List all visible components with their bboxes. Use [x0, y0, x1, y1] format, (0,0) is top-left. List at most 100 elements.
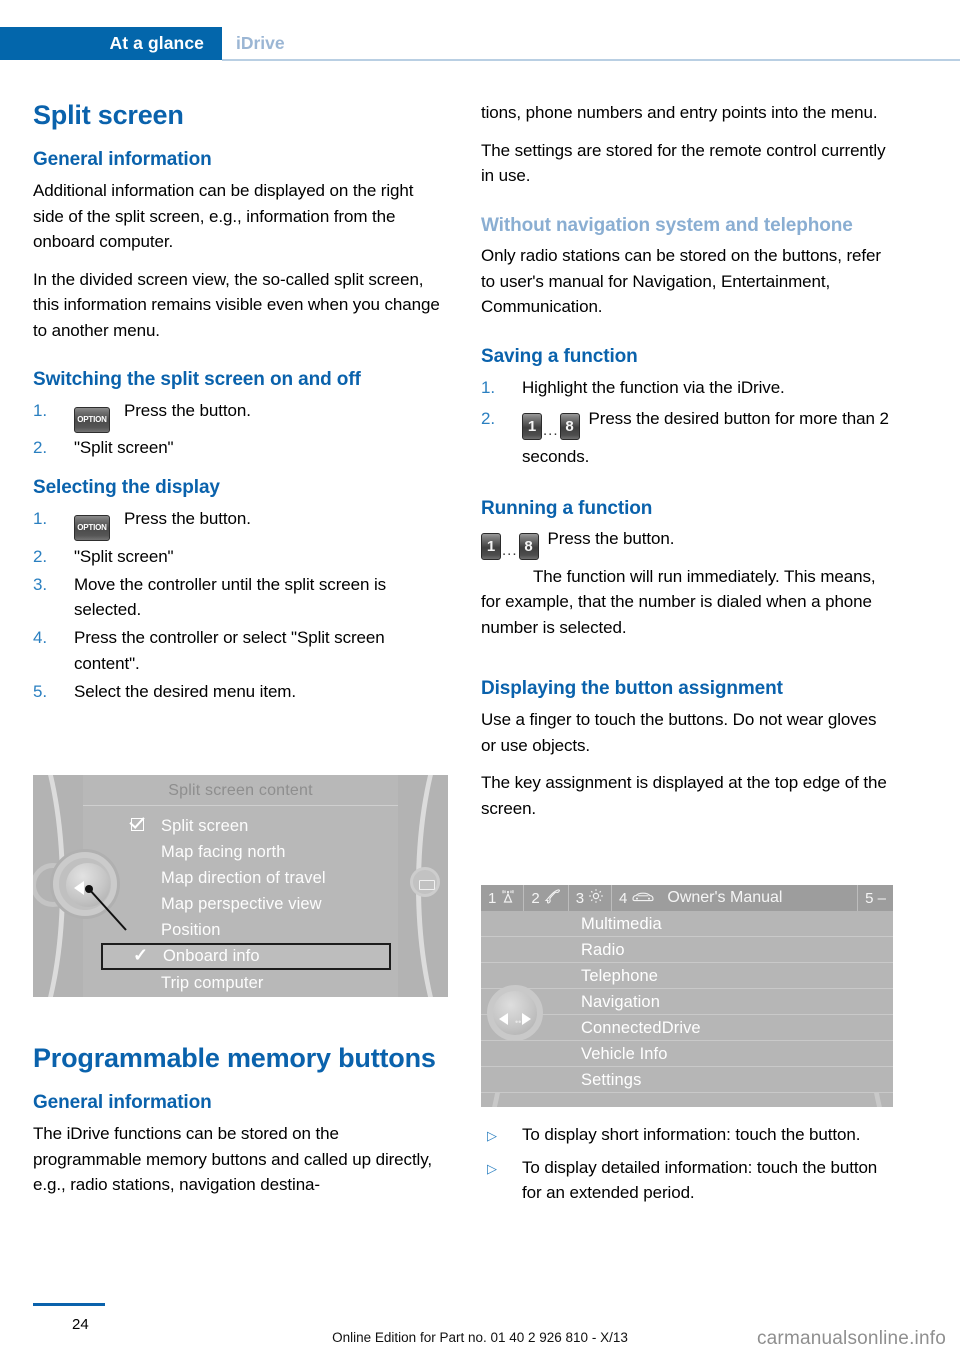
list-item-text: To display detailed information: touch t…	[522, 1157, 878, 1203]
key-slot-4[interactable]: 4 Owner's Manual	[612, 885, 859, 911]
menu-item-radio[interactable]: Radio	[481, 937, 893, 963]
key-slot-5[interactable]: 5 –	[858, 885, 893, 911]
controller-right-arrow-icon	[522, 1013, 531, 1025]
option-button-icon: OPTION	[74, 406, 110, 433]
step-item: 1. Highlight the function via the iDrive…	[481, 375, 891, 401]
header-divider	[222, 59, 960, 61]
list-item-text: To display short information: touch the …	[522, 1125, 861, 1144]
step-number: 2.	[33, 438, 47, 458]
step-text: Press the controller or select "Split sc…	[74, 628, 385, 673]
step-number: 1.	[481, 377, 495, 397]
step-number: 1.	[33, 509, 47, 529]
heading-switching-split-screen: Switching the split screen on and off	[33, 369, 361, 391]
heading-general-information-2: General information	[33, 1092, 212, 1114]
paragraph-continued-2: The settings are stored for the remote c…	[481, 140, 886, 186]
list-item: ▷ To display short information: touch th…	[481, 1122, 891, 1148]
telephone-icon	[544, 888, 561, 908]
step-text: Select the desired menu item.	[74, 681, 296, 701]
key-slot-2[interactable]: 2	[524, 885, 569, 911]
controller-left-arrow-icon	[499, 1013, 508, 1025]
left-column: Split screen General information Additio…	[33, 100, 443, 707]
manual-page: At a glance iDrive Split screen General …	[0, 0, 960, 1362]
step-item: 5. Select the desired menu item.	[33, 679, 443, 705]
paragraph-general-2: The iDrive functions can be stored on th…	[33, 1124, 432, 1195]
step-item: 2. "Split screen"	[33, 544, 443, 570]
step-text: Press the button.	[124, 400, 251, 420]
watermark: carmanualsonline.info	[756, 1328, 946, 1349]
step-text: Move the controller until the split scre…	[74, 574, 387, 620]
callout-leader-line	[85, 885, 127, 931]
memory-key-first: 1	[481, 533, 501, 561]
menu-item-vehicle-info[interactable]: Vehicle Info	[481, 1041, 893, 1067]
step-number: 4.	[33, 628, 47, 648]
idrive-controller-icon-2[interactable]: ••	[487, 985, 543, 1041]
figure-split-screen-content: Split screen content Split screen Map fa…	[33, 775, 448, 997]
memory-keys-ellipsis: ...	[543, 422, 559, 440]
step-text: Highlight the function via the iDrive.	[522, 377, 785, 397]
menu-item-telephone[interactable]: Telephone	[481, 963, 893, 989]
left-column-lower: Programmable memory buttons General info…	[33, 1043, 443, 1210]
menu-item-settings[interactable]: Settings	[481, 1067, 893, 1093]
tab-idrive[interactable]: iDrive	[236, 27, 285, 60]
option-button-icon: OPTION	[74, 515, 110, 542]
heading-saving-a-function: Saving a function	[481, 345, 638, 367]
menu-item-connecteddrive[interactable]: ConnectedDrive	[481, 1015, 893, 1041]
memory-key-last: 8	[559, 413, 580, 441]
steps-selecting-the-display: 1. OPTION Press the button. 2. "Split scr…	[33, 506, 443, 704]
paragraph-continued-1: tions, phone numbers and entry points in…	[481, 103, 878, 122]
paragraph-general-1a: Additional information can be displayed …	[33, 181, 414, 252]
figure-owners-manual: 1 2 3 4 Owner's Manual 5 – Multimedia Ra…	[481, 885, 893, 1107]
key-slot-3[interactable]: 3	[569, 885, 613, 911]
step-item: 1. OPTION Press the button.	[33, 506, 443, 542]
running-function-line-1: 1... 8 Press the button.	[481, 526, 891, 564]
memory-keys-ellipsis: ...	[502, 542, 518, 560]
step-number: 2.	[33, 546, 47, 566]
paragraph-without-navigation: Only radio stations can be stored on the…	[481, 246, 881, 317]
running-function-line-2: The function will run immediately. This …	[481, 566, 876, 637]
page-header: At a glance iDrive	[0, 27, 960, 61]
heading-general-information-1: General information	[33, 149, 212, 171]
paragraph-displaying-2: The key assignment is displayed at the t…	[481, 773, 887, 818]
steps-switching-split-screen: 1. OPTION Press the button. 2. "Split scr…	[33, 398, 443, 461]
step-item: 4. Press the controller or select "Split…	[33, 625, 443, 676]
heading-without-navigation-system: Without navigation system and telephone	[481, 214, 853, 236]
heading-running-a-function: Running a function	[481, 497, 653, 519]
page-title-2: Programmable memory buttons	[33, 1043, 436, 1073]
key-number-5: 5 –	[865, 889, 886, 907]
memory-buttons-1-to-8-icon-2: 1... 8	[481, 533, 539, 564]
memory-key-first: 1	[522, 413, 542, 441]
step-number: 2.	[481, 409, 495, 429]
paragraph-displaying-1: Use a finger to touch the buttons. Do no…	[481, 710, 877, 755]
controller-left-arrow-icon	[74, 881, 84, 895]
key-number: 1	[488, 889, 497, 907]
heading-displaying-button-assignment: Displaying the button assignment	[481, 678, 783, 700]
gear-icon	[588, 888, 604, 908]
tab-at-a-glance[interactable]: At a glance	[0, 27, 222, 60]
step-text: "Split screen"	[74, 546, 174, 566]
step-number: 1.	[33, 400, 47, 420]
step-text: Press the button.	[124, 509, 251, 529]
paragraph-general-1b: In the divided screen view, the so-calle…	[33, 269, 440, 340]
right-column-bullets: ▷ To display short information: touch th…	[481, 1122, 891, 1213]
step-text: "Split screen"	[74, 438, 174, 458]
key-slot-1[interactable]: 1	[481, 885, 525, 911]
footer-divider	[33, 1303, 105, 1306]
step-item: 2. 1... 8 Press the desired button for mor…	[481, 406, 891, 469]
heading-selecting-the-display: Selecting the display	[33, 477, 220, 499]
step-item: 2. "Split screen"	[33, 435, 443, 461]
key-number: 4	[619, 889, 628, 907]
memory-key-last: 8	[518, 533, 539, 561]
owners-manual-menu: Multimedia Radio Telephone Navigation Co…	[481, 911, 893, 1093]
menu-item-multimedia[interactable]: Multimedia	[481, 911, 893, 937]
key-assignment-bar: 1 2 3 4 Owner's Manual 5 –	[481, 885, 893, 911]
key-assignment-title: Owner's Manual	[667, 889, 783, 906]
right-column: tions, phone numbers and entry points in…	[481, 100, 891, 833]
list-item: ▷ To display detailed information: touch…	[481, 1155, 891, 1206]
key-number: 3	[575, 889, 585, 907]
controller-dots-icon: ••	[515, 1017, 522, 1027]
